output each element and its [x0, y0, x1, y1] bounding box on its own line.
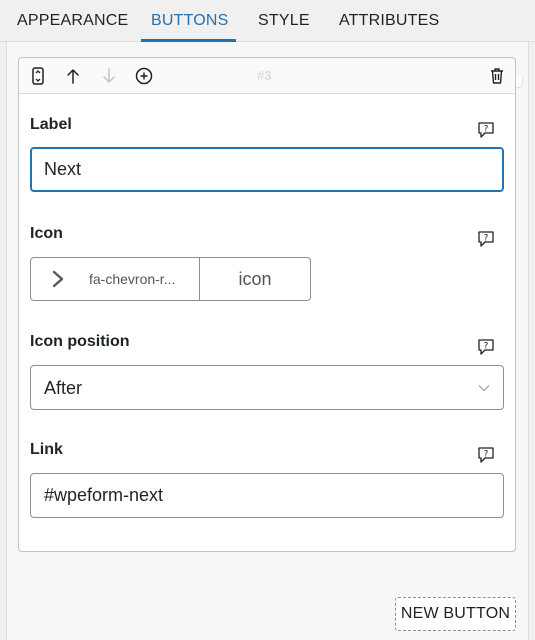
label-input[interactable]: [30, 147, 504, 192]
new-button[interactable]: NEW BUTTON: [395, 597, 516, 631]
add-icon[interactable]: [134, 66, 154, 86]
icon-position-help-icon[interactable]: ?: [476, 337, 496, 357]
link-help-icon[interactable]: ?: [476, 445, 496, 465]
link-input[interactable]: [30, 473, 504, 518]
icon-field-title: Icon: [30, 225, 63, 242]
tab-bar: APPEARANCE BUTTONS STYLE ATTRIBUTES: [0, 0, 535, 42]
move-up-icon[interactable]: [63, 66, 83, 86]
trash-icon[interactable]: [487, 66, 507, 86]
chevron-down-icon: [478, 385, 490, 392]
chevron-right-icon: [52, 270, 64, 288]
label-help-icon[interactable]: ?: [476, 120, 496, 140]
icon-selector[interactable]: fa-chevron-r...: [31, 258, 200, 300]
label-field-title: Label: [30, 116, 72, 133]
tab-style[interactable]: STYLE: [258, 0, 310, 42]
button-card: #3 Label ? Icon ? fa-chevron-r... icon I…: [18, 57, 516, 552]
icon-value: fa-chevron-r...: [89, 271, 176, 287]
move-down-icon[interactable]: [99, 66, 119, 86]
svg-text:?: ?: [484, 125, 489, 135]
icon-picker: fa-chevron-r... icon: [30, 257, 311, 301]
tab-attributes[interactable]: ATTRIBUTES: [339, 0, 439, 42]
link-field-title: Link: [30, 441, 63, 458]
card-toolbar: #3: [19, 58, 515, 94]
icon-position-select[interactable]: After: [30, 365, 504, 410]
tab-appearance[interactable]: APPEARANCE: [17, 0, 128, 42]
icon-position-field-title: Icon position: [30, 333, 130, 350]
svg-text:?: ?: [484, 234, 489, 244]
icon-help-icon[interactable]: ?: [476, 229, 496, 249]
icon-button[interactable]: icon: [200, 258, 310, 300]
tab-buttons[interactable]: BUTTONS: [151, 0, 229, 42]
drag-icon[interactable]: [28, 66, 48, 86]
svg-text:?: ?: [484, 342, 489, 352]
button-index: #3: [257, 68, 272, 83]
svg-text:?: ?: [484, 450, 489, 460]
icon-position-value: After: [44, 378, 83, 398]
